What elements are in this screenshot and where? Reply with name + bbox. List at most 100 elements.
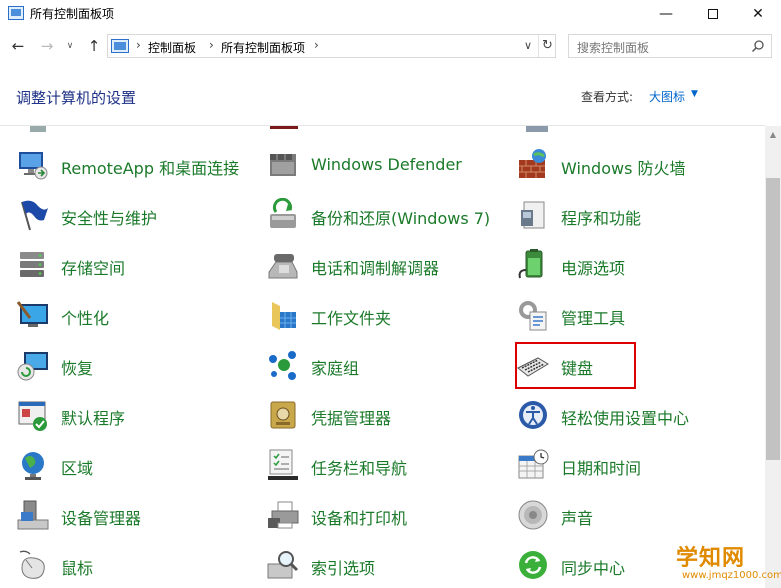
item-label[interactable]: 区域 (61, 455, 93, 479)
item-label[interactable]: 工作文件夹 (311, 305, 391, 329)
partial-icon (526, 126, 548, 132)
forward-button[interactable]: → (37, 35, 57, 57)
item-label[interactable]: 轻松使用设置中心 (561, 405, 689, 429)
item-label[interactable]: Windows Defender (311, 155, 462, 174)
search-placeholder: 搜索控制面板 (577, 41, 650, 55)
item-windows-firewall[interactable]: Windows 防火墙 (516, 145, 756, 185)
content-header: 调整计算机的设置 查看方式: 大图标 ▼ (0, 70, 781, 124)
item-label[interactable]: 凭据管理器 (311, 405, 391, 429)
phone-icon (268, 254, 298, 279)
item-label[interactable]: RemoteApp 和桌面连接 (61, 155, 239, 179)
item-label[interactable]: 设备管理器 (61, 505, 141, 529)
search-icon[interactable] (751, 39, 765, 53)
address-dropdown-button[interactable]: ∨ (520, 37, 536, 55)
storage-icon (20, 252, 44, 277)
recent-locations-button[interactable]: ∨ (60, 35, 80, 57)
search-input[interactable]: 搜索控制面板 (568, 34, 772, 58)
credential-icon (270, 401, 296, 429)
firewall-icon (519, 149, 546, 178)
item-label[interactable]: 设备和打印机 (311, 505, 407, 529)
item-label[interactable]: 声音 (561, 505, 593, 529)
chevron-down-icon[interactable]: ▼ (691, 89, 698, 99)
programs-icon (521, 201, 545, 229)
item-credential-manager[interactable]: 凭据管理器 (266, 395, 506, 435)
item-label[interactable]: 日期和时间 (561, 455, 641, 479)
device-manager-icon (17, 500, 49, 530)
breadcrumb-separator[interactable]: › (314, 38, 319, 52)
item-work-folders[interactable]: 工作文件夹 (266, 295, 506, 335)
item-ease-of-access[interactable]: 轻松使用设置中心 (516, 395, 756, 435)
item-storage-spaces[interactable]: 存储空间 (16, 245, 256, 285)
watermark: 学知网 www.jmqz1000.com (668, 540, 781, 586)
scroll-up-button[interactable]: ▲ (765, 126, 781, 143)
item-remoteapp[interactable]: RemoteApp 和桌面连接 (16, 145, 256, 185)
control-panel-icon (8, 6, 24, 20)
item-label[interactable]: 默认程序 (61, 405, 125, 429)
breadcrumb-separator[interactable]: › (209, 38, 214, 52)
maximize-button[interactable] (690, 0, 736, 28)
breadcrumb-control-panel[interactable]: 控制面板 (148, 39, 196, 56)
item-programs-features[interactable]: 程序和功能 (516, 195, 756, 235)
item-label[interactable]: 存储空间 (61, 255, 125, 279)
item-default-programs[interactable]: 默认程序 (16, 395, 256, 435)
control-panel-icon (111, 39, 129, 53)
item-label[interactable]: 个性化 (61, 305, 109, 329)
breadcrumb-all-items[interactable]: 所有控制面板项 (221, 39, 305, 56)
item-label[interactable]: 家庭组 (311, 355, 359, 379)
navigation-bar: ← → ∨ ↑ › 控制面板 › 所有控制面板项 › ∨ ↻ 搜索控制面板 (0, 30, 781, 62)
item-phone-modem[interactable]: 电话和调制解调器 (266, 245, 506, 285)
item-label[interactable]: 索引选项 (311, 555, 375, 579)
item-power-options[interactable]: 电源选项 (516, 245, 756, 285)
item-backup-restore[interactable]: 备份和还原(Windows 7) (266, 195, 506, 235)
address-bar[interactable]: › 控制面板 › 所有控制面板项 › ∨ ↻ (107, 34, 556, 58)
minimize-button[interactable]: — (643, 0, 689, 28)
flag-icon (21, 200, 48, 231)
item-indexing-options[interactable]: 索引选项 (266, 545, 506, 585)
item-recovery[interactable]: 恢复 (16, 345, 256, 385)
item-admin-tools[interactable]: 管理工具 (516, 295, 756, 335)
ease-access-icon (519, 401, 547, 429)
item-label[interactable]: 恢复 (61, 355, 93, 379)
item-label[interactable]: 备份和还原(Windows 7) (311, 205, 490, 229)
item-homegroup[interactable]: 家庭组 (266, 345, 506, 385)
partial-icon (30, 126, 46, 132)
item-label[interactable]: Windows 防火墙 (561, 155, 686, 179)
item-label[interactable]: 同步中心 (561, 555, 625, 579)
region-icon (22, 452, 44, 480)
title-bar: 所有控制面板项 — ✕ (0, 0, 781, 28)
item-label[interactable]: 电话和调制解调器 (311, 255, 439, 279)
vertical-scrollbar[interactable]: ▲ (765, 126, 781, 588)
item-label[interactable]: 电源选项 (561, 255, 625, 279)
item-region[interactable]: 区域 (16, 445, 256, 485)
item-label[interactable]: 程序和功能 (561, 205, 641, 229)
back-button[interactable]: ← (8, 35, 28, 57)
folder-icon (272, 302, 296, 330)
item-taskbar-navigation[interactable]: 任务栏和导航 (266, 445, 506, 485)
admin-tools-icon (519, 301, 547, 331)
item-label[interactable]: 鼠标 (61, 555, 93, 579)
up-button[interactable]: ↑ (84, 35, 104, 57)
scroll-thumb[interactable] (766, 178, 780, 460)
item-sound[interactable]: 声音 (516, 495, 756, 535)
item-mouse[interactable]: 鼠标 (16, 545, 256, 585)
item-security-maintenance[interactable]: 安全性与维护 (16, 195, 256, 235)
view-by-dropdown[interactable]: 大图标 (649, 88, 685, 105)
backup-icon (270, 198, 296, 228)
item-date-time[interactable]: 日期和时间 (516, 445, 756, 485)
breadcrumb-separator[interactable]: › (136, 38, 141, 52)
refresh-button[interactable]: ↻ (538, 35, 556, 57)
item-windows-defender[interactable]: Windows Defender (266, 145, 506, 185)
item-label[interactable]: 任务栏和导航 (311, 455, 407, 479)
item-device-manager[interactable]: 设备管理器 (16, 495, 256, 535)
mouse-icon (19, 550, 45, 579)
homegroup-icon (269, 351, 296, 380)
item-personalization[interactable]: 个性化 (16, 295, 256, 335)
partially-visible-icons (0, 126, 765, 136)
item-devices-printers[interactable]: 设备和打印机 (266, 495, 506, 535)
index-icon (267, 551, 299, 579)
maximize-icon (708, 9, 718, 19)
item-label[interactable]: 安全性与维护 (61, 205, 157, 229)
remoteapp-icon (19, 152, 48, 180)
close-button[interactable]: ✕ (735, 0, 781, 28)
item-label[interactable]: 管理工具 (561, 305, 625, 329)
